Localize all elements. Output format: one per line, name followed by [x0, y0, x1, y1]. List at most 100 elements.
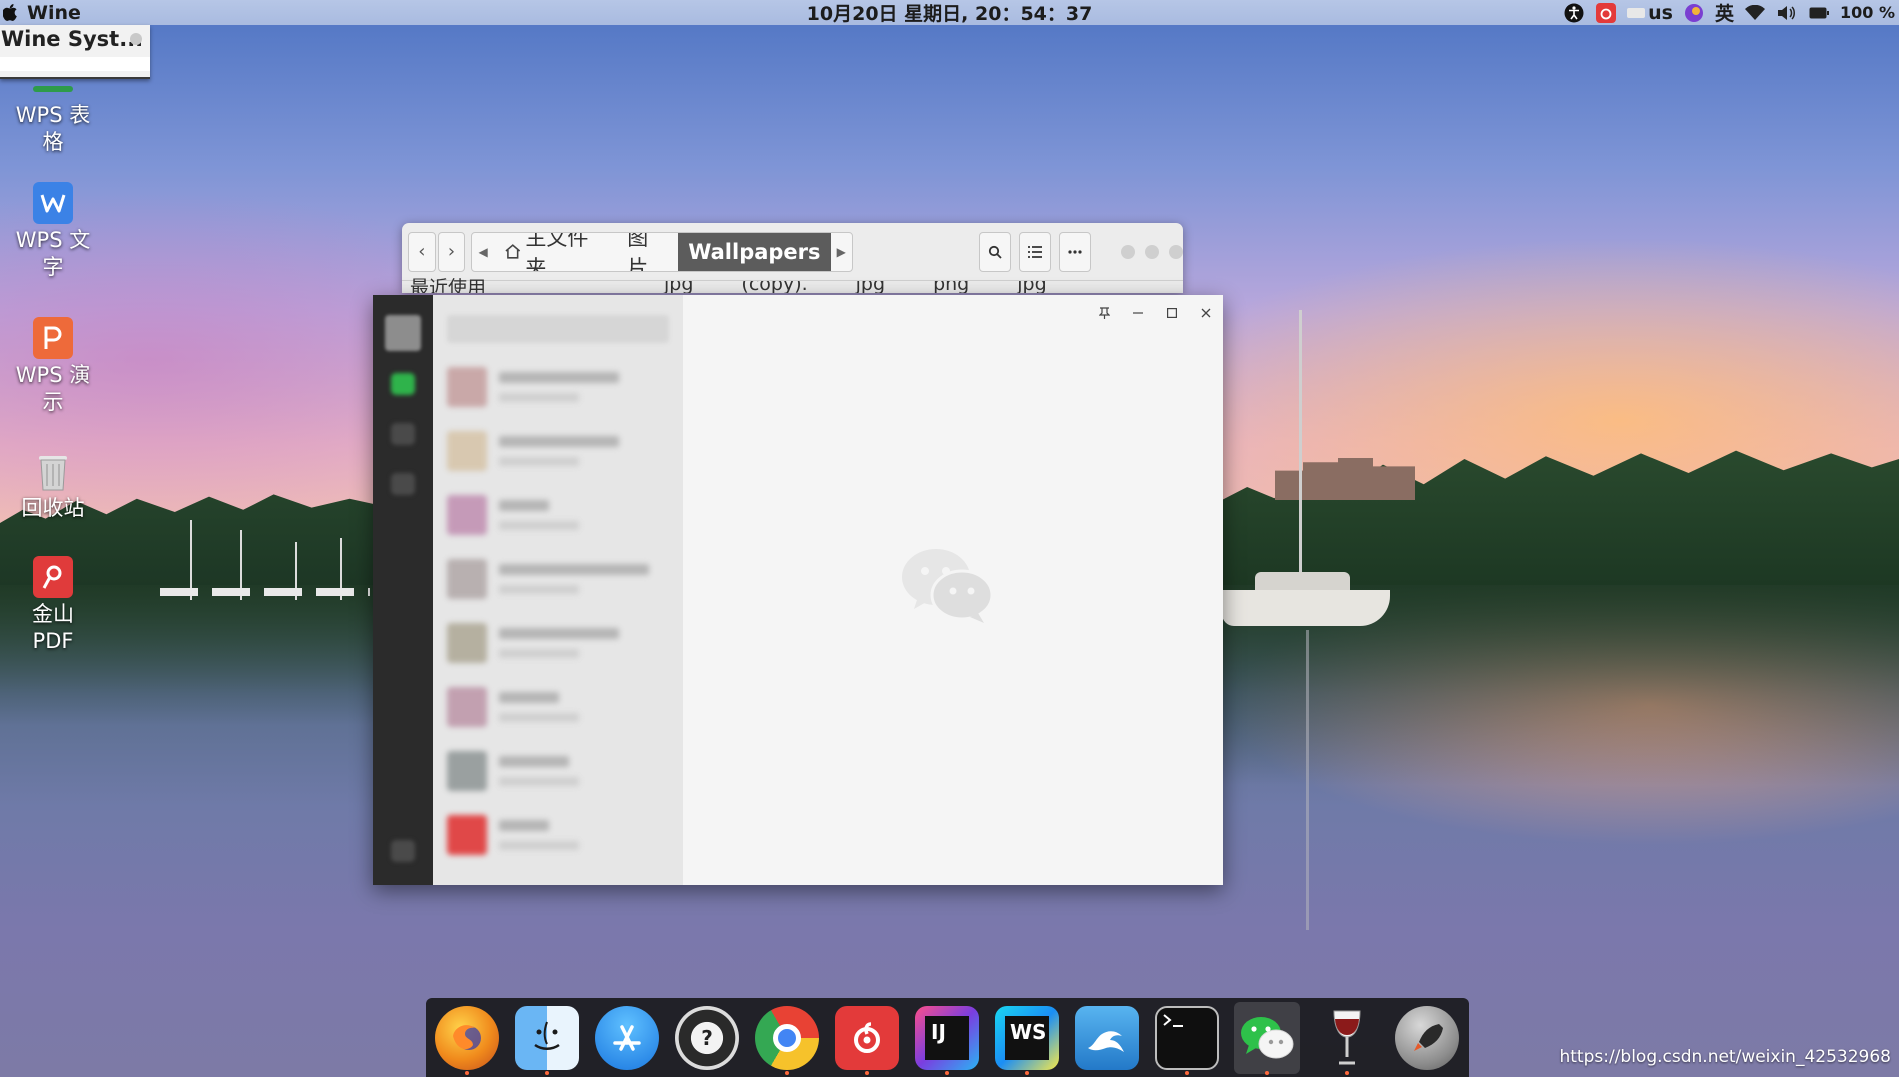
back-button[interactable]: ‹	[408, 231, 436, 272]
list-item[interactable]	[433, 611, 683, 673]
close-button[interactable]	[1169, 244, 1183, 259]
maximize-button[interactable]	[1159, 300, 1185, 326]
system-tray: us 英 100 %	[1563, 0, 1899, 25]
intellij-idea-icon: IJ	[915, 1005, 979, 1070]
file-name[interactable]: jpg	[1017, 281, 1046, 293]
wine-glass-icon	[1315, 1006, 1379, 1070]
keyboard-layout-label: us	[1648, 1, 1673, 24]
file-manager-toolbar: ‹ › ◀ 主文件夹 图片 Wallpapers ▶	[402, 223, 1183, 281]
contacts-nav-icon[interactable]	[391, 423, 415, 445]
close-icon	[1201, 308, 1211, 318]
sidebar-item-recent[interactable]: 最近使用	[410, 279, 486, 294]
desktop-icon-wps-presentation[interactable]: WPS 演 示	[8, 317, 98, 416]
desktop-icon-trash[interactable]: 回收站	[8, 450, 98, 522]
dock-app-finder[interactable]	[514, 1002, 580, 1075]
desktop-icon-wps-writer[interactable]: WPS 文 字	[8, 182, 98, 281]
list-item[interactable]	[433, 547, 683, 609]
desktop-icon-label: WPS 文 字	[15, 228, 91, 279]
trash-icon	[33, 450, 73, 492]
kingsoft-pdf-icon	[33, 556, 73, 598]
more-options-button[interactable]	[1059, 231, 1092, 272]
list-item[interactable]	[433, 739, 683, 801]
maximize-button[interactable]	[1145, 244, 1160, 259]
search-input[interactable]	[447, 315, 669, 343]
file-manager-window[interactable]: ‹ › ◀ 主文件夹 图片 Wallpapers ▶ jpg (copy). j…	[402, 223, 1183, 293]
list-item[interactable]	[433, 355, 683, 417]
firefox-icon	[435, 1005, 499, 1070]
close-button[interactable]	[130, 33, 142, 45]
netease-music-icon	[835, 1005, 899, 1070]
forward-button[interactable]: ›	[437, 231, 466, 272]
running-indicator	[1185, 1070, 1189, 1075]
wifi-icon[interactable]	[1744, 2, 1766, 24]
breadcrumb-wallpapers[interactable]: Wallpapers	[678, 232, 831, 271]
file-name[interactable]: jpg	[856, 281, 885, 293]
dock-app-mysql-workbench[interactable]	[1074, 1002, 1140, 1074]
chat-nav-icon[interactable]	[391, 373, 415, 395]
list-item[interactable]	[433, 675, 683, 737]
top-menu-bar: Wine 10月20日 星期日, 20：54：37 us 英 100 %	[0, 0, 1899, 25]
dock-app-wine[interactable]	[1314, 1002, 1380, 1075]
wechat-window[interactable]	[373, 295, 1223, 885]
dock-app-help[interactable]: ?	[674, 1002, 740, 1074]
list-item[interactable]	[433, 483, 683, 545]
minimize-button[interactable]	[1121, 244, 1136, 259]
avatar[interactable]	[385, 315, 421, 351]
chat-list	[433, 295, 683, 885]
minimize-button[interactable]	[1125, 300, 1151, 326]
close-button[interactable]	[1193, 300, 1219, 326]
terminal-icon	[1155, 1005, 1219, 1070]
list-item[interactable]	[433, 419, 683, 481]
breadcrumb-home[interactable]: 主文件夹	[494, 233, 617, 271]
keyboard-icon	[1627, 7, 1646, 18]
desktop-icon-kingsoft-pdf[interactable]: 金山 PDF	[8, 556, 98, 655]
list-view-button[interactable]	[1019, 231, 1052, 272]
breadcrumb-scroll-left-button[interactable]: ◀	[472, 233, 493, 271]
color-picker-tray-icon[interactable]	[1683, 2, 1705, 24]
launchpad-rocket-icon	[1395, 1005, 1459, 1070]
volume-icon[interactable]	[1776, 2, 1798, 24]
window-controls	[1121, 244, 1183, 259]
active-app-name[interactable]: Wine	[27, 2, 81, 24]
dock-app-firefox[interactable]	[434, 1002, 500, 1075]
dock: ? IJ WS	[426, 998, 1469, 1077]
breadcrumb-scroll-right-button[interactable]: ▶	[831, 233, 852, 271]
wechat-nav-bar	[373, 295, 433, 885]
dock-app-terminal[interactable]	[1154, 1002, 1220, 1075]
breadcrumb-pictures[interactable]: 图片	[617, 233, 678, 271]
search-button[interactable]	[979, 231, 1012, 272]
desktop-icon-wps-spreadsheet[interactable]: WPS 表 格	[8, 86, 98, 156]
list-item[interactable]	[433, 803, 683, 865]
input-method-label[interactable]: 英	[1715, 0, 1734, 26]
file-name[interactable]: png	[933, 281, 969, 293]
dock-app-intellij-idea[interactable]: IJ	[914, 1002, 980, 1075]
wine-systray-window[interactable]: Wine Syst...	[0, 25, 150, 79]
running-indicator	[945, 1070, 949, 1075]
menu-nav-icon[interactable]	[391, 840, 415, 862]
dock-app-app-store[interactable]	[594, 1002, 660, 1074]
finder-icon	[515, 1005, 579, 1070]
netease-music-tray-icon[interactable]	[1595, 2, 1617, 24]
mast-reflection	[1306, 630, 1309, 930]
favorites-nav-icon[interactable]	[391, 473, 415, 495]
dock-app-webstorm[interactable]: WS	[994, 1002, 1060, 1075]
minimize-icon	[1133, 312, 1143, 314]
file-name[interactable]: jpg	[664, 281, 693, 293]
wps-presentation-icon	[33, 317, 73, 359]
accessibility-icon[interactable]	[1563, 2, 1585, 24]
dock-app-wechat[interactable]	[1234, 1001, 1300, 1075]
keyboard-layout[interactable]: us	[1627, 2, 1673, 24]
dock-app-chrome[interactable]	[754, 1002, 820, 1075]
file-name[interactable]: (copy).	[741, 281, 807, 293]
file-manager-tools	[979, 231, 1093, 272]
running-indicator	[1025, 1070, 1029, 1075]
running-indicator	[1345, 1070, 1349, 1075]
dock-app-launchpad[interactable]	[1394, 1002, 1460, 1074]
maximize-icon	[1167, 308, 1177, 318]
breadcrumb: ◀ 主文件夹 图片 Wallpapers ▶	[471, 231, 854, 272]
battery-icon[interactable]	[1808, 2, 1830, 24]
apple-menu-icon[interactable]	[1, 3, 19, 23]
running-indicator	[865, 1070, 869, 1075]
dock-app-netease-music[interactable]	[834, 1002, 900, 1075]
pin-button[interactable]	[1091, 300, 1117, 326]
